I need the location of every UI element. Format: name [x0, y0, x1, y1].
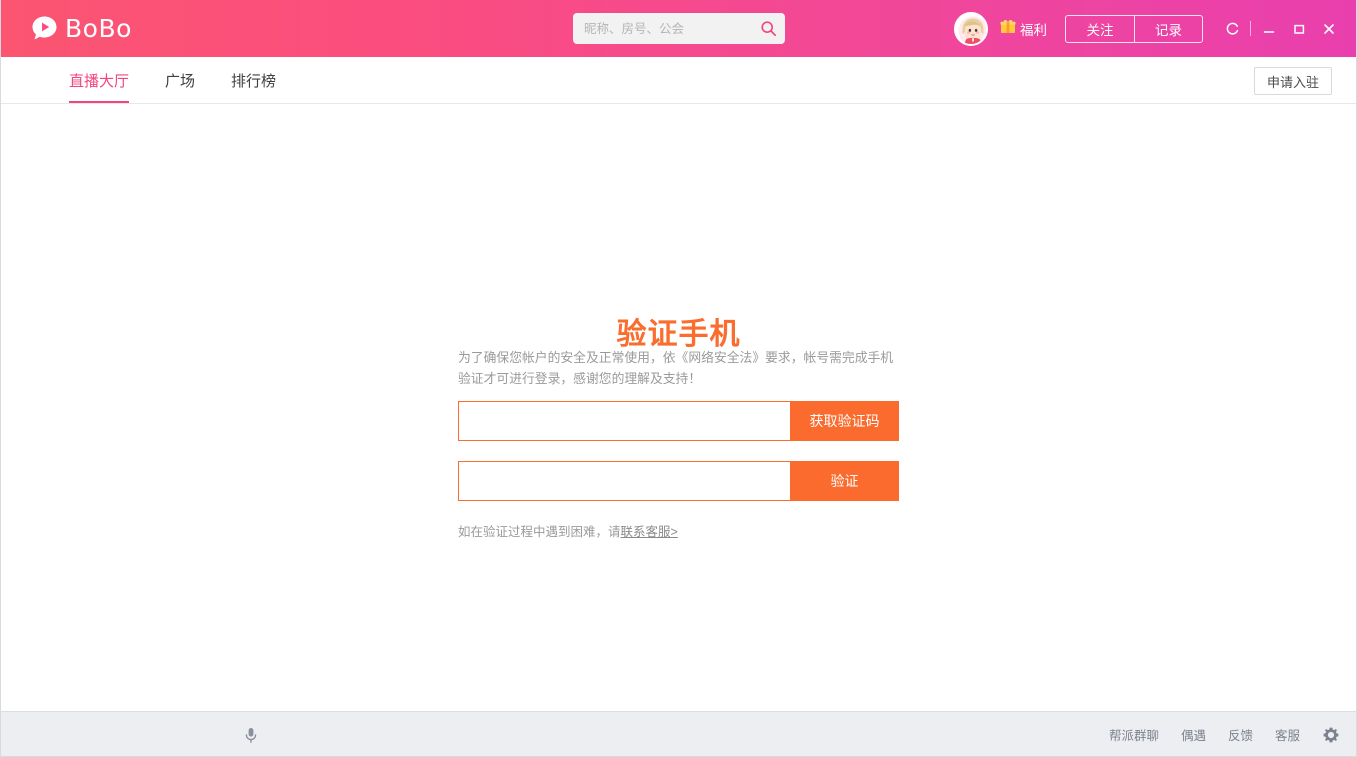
brand-name: BoBo [65, 14, 132, 43]
navbar: 直播大厅 广场 排行榜 申请入驻 [1, 57, 1356, 104]
brand-logo[interactable]: BoBo [31, 12, 132, 46]
main-content: 验证手机 为了确保您帐户的安全及正常使用，依《网络安全法》要求，帐号需完成手机验… [1, 104, 1356, 711]
avatar[interactable] [954, 11, 988, 46]
history-button[interactable]: 记录 [1134, 15, 1202, 42]
help-line: 如在验证过程中遇到困难，请联系客服> [458, 521, 899, 540]
search-box[interactable] [573, 13, 785, 44]
titlebar-right-cluster: 福利 关注 记录 [954, 0, 1356, 57]
welfare-label: 福利 [1020, 22, 1047, 38]
code-field-row: 验证 [458, 461, 899, 501]
footer-link-gang-chat[interactable]: 帮派群聊 [1109, 725, 1159, 744]
phone-input[interactable] [458, 401, 790, 441]
search-icon[interactable] [760, 20, 777, 37]
form-description: 为了确保您帐户的安全及正常使用，依《网络安全法》要求，帐号需完成手机验证才可进行… [458, 350, 894, 386]
verify-phone-form: 为了确保您帐户的安全及正常使用，依《网络安全法》要求，帐号需完成手机验证才可进行… [458, 347, 899, 540]
footer-link-encounter[interactable]: 偶遇 [1181, 725, 1206, 744]
gear-icon[interactable] [1322, 726, 1340, 744]
get-code-button[interactable]: 获取验证码 [790, 401, 899, 441]
play-bubble-logo-icon [31, 15, 58, 42]
titlebar-pill-group: 关注 记录 [1065, 14, 1203, 43]
titlebar: BoBo 昵称、房号、公会 福利 关注 记录 [1, 0, 1356, 57]
gift-icon [1000, 18, 1016, 39]
verify-button[interactable]: 验证 [790, 461, 899, 501]
footer-links: 帮派群聊 偶遇 反馈 客服 [1109, 712, 1340, 757]
refresh-button[interactable] [1217, 14, 1247, 44]
window-controls-divider [1250, 21, 1251, 36]
apply-entry-button[interactable]: 申请入驻 [1254, 67, 1332, 95]
nav-items: 直播大厅 广场 排行榜 [51, 57, 294, 103]
minimize-button[interactable] [1254, 14, 1284, 44]
maximize-button[interactable] [1284, 14, 1314, 44]
footer-link-feedback[interactable]: 反馈 [1228, 725, 1253, 744]
close-button[interactable] [1314, 14, 1344, 44]
microphone-icon[interactable] [239, 723, 263, 747]
tab-live-hall[interactable]: 直播大厅 [51, 57, 147, 103]
contact-support-link[interactable]: 联系客服> [621, 525, 678, 539]
phone-field-row: 获取验证码 [458, 401, 899, 441]
tab-square[interactable]: 广场 [147, 57, 213, 103]
follow-button[interactable]: 关注 [1066, 16, 1134, 42]
tab-ranking[interactable]: 排行榜 [213, 57, 294, 103]
footer-link-support[interactable]: 客服 [1275, 725, 1300, 744]
search-input[interactable] [584, 13, 760, 44]
app-window: BoBo 昵称、房号、公会 福利 关注 记录 直播大厅 广场 排行榜 申请入驻 … [0, 0, 1357, 757]
help-text: 如在验证过程中遇到困难，请 [458, 525, 621, 539]
footer: 帮派群聊 偶遇 反馈 客服 [1, 711, 1356, 756]
window-controls [1217, 14, 1344, 44]
welfare-entry[interactable]: 福利 [1000, 18, 1047, 39]
verification-code-input[interactable] [458, 461, 790, 501]
